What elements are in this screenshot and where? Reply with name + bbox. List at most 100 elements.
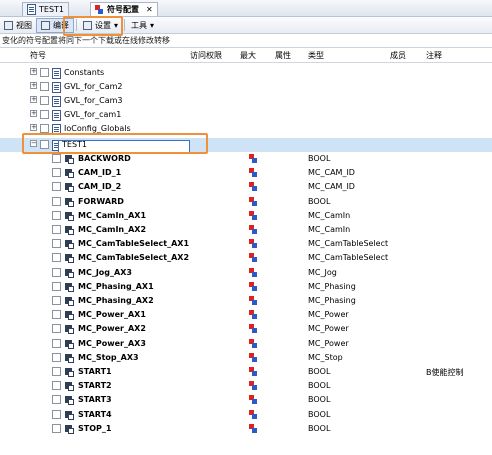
variable-row[interactable]: MC_CamTableSelect_AX2 MC_CamTableSelect [0, 251, 492, 265]
col-comment[interactable]: 注释 [426, 50, 442, 61]
checkbox[interactable] [52, 168, 61, 178]
checkbox[interactable] [52, 338, 61, 348]
tab-symbol-config[interactable]: 符号配置 ✕ [90, 2, 158, 16]
access-rights-icon[interactable] [249, 409, 258, 419]
checkbox[interactable] [40, 96, 49, 105]
access-rights-icon[interactable] [249, 423, 258, 433]
access-rights-icon[interactable] [249, 239, 258, 249]
access-rights-icon[interactable] [249, 296, 258, 305]
variable-icon [65, 310, 75, 321]
checkbox[interactable] [40, 68, 49, 77]
variable-row[interactable]: MC_Phasing_AX2 MC_Phasing [0, 294, 492, 308]
checkbox[interactable] [40, 110, 49, 119]
close-icon[interactable]: ✕ [146, 5, 153, 14]
variable-row[interactable]: MC_Power_AX3 MC_Power [0, 337, 492, 351]
variable-row[interactable]: BACKWORD BOOL [0, 152, 492, 166]
variable-icon [65, 225, 75, 235]
checkbox[interactable] [52, 409, 61, 419]
checkbox[interactable] [52, 196, 61, 206]
variable-row[interactable]: MC_CamTableSelect_AX1 MC_CamTableSelect [0, 237, 492, 251]
variable-row[interactable]: MC_Jog_AX3 MC_Jog [0, 266, 492, 280]
access-rights-icon[interactable] [249, 267, 258, 277]
access-rights-icon[interactable] [249, 352, 258, 362]
folder-name: Constants [64, 68, 105, 77]
variable-type: MC_Power [308, 310, 349, 320]
expand-icon[interactable]: + [30, 68, 37, 75]
variable-row[interactable]: CAM_ID_2 MC_CAM_ID [0, 180, 492, 194]
view-button[interactable]: 视图 [0, 19, 36, 32]
variable-row[interactable]: STOP_1 BOOL [0, 422, 492, 436]
variable-row[interactable]: MC_Power_AX2 MC_Power [0, 322, 492, 336]
checkbox[interactable] [52, 296, 61, 305]
toolbar-separator [124, 19, 126, 31]
expand-icon[interactable]: + [30, 82, 37, 89]
checkbox[interactable] [52, 267, 61, 277]
expand-icon[interactable]: + [30, 124, 37, 131]
tab-test1[interactable]: TEST1 [22, 2, 69, 16]
checkbox[interactable] [52, 310, 61, 320]
access-rights-icon[interactable] [249, 225, 258, 234]
checkbox[interactable] [52, 395, 61, 405]
col-type[interactable]: 类型 [308, 50, 324, 61]
access-rights-icon[interactable] [249, 395, 258, 405]
variable-type: MC_Power [308, 324, 349, 334]
access-rights-icon[interactable] [249, 324, 258, 334]
variable-row[interactable]: START4 BOOL [0, 408, 492, 422]
checkbox[interactable] [52, 253, 61, 263]
tree-row-folder[interactable]: + GVL_for_Cam2 [0, 80, 492, 94]
access-rights-icon[interactable] [249, 381, 258, 391]
variable-row[interactable]: MC_CamIn_AX2 MC_CamIn [0, 223, 492, 237]
variable-row[interactable]: START2 BOOL [0, 379, 492, 393]
variable-row[interactable]: MC_Power_AX1 MC_Power [0, 308, 492, 322]
checkbox[interactable] [52, 423, 61, 433]
access-rights-icon[interactable] [249, 196, 258, 206]
expand-icon[interactable]: + [30, 110, 37, 117]
tools-button[interactable]: 工具 ▾ [127, 19, 158, 32]
checkbox[interactable] [52, 281, 61, 291]
col-max[interactable]: 最大 [240, 50, 256, 61]
checkbox[interactable] [52, 182, 61, 192]
access-rights-icon[interactable] [249, 338, 258, 348]
tree-row-folder[interactable]: + Constants [0, 66, 492, 80]
variable-name: START3 [78, 395, 112, 405]
variable-type: MC_CamTableSelect [308, 253, 389, 263]
symbol-config-icon [95, 5, 104, 14]
variable-row[interactable]: MC_Stop_AX3 MC_Stop [0, 351, 492, 365]
variable-icon [65, 424, 75, 434]
col-attribute[interactable]: 属性 [275, 50, 291, 61]
access-rights-icon[interactable] [249, 210, 258, 220]
checkbox[interactable] [52, 381, 61, 391]
variable-row[interactable]: MC_CamIn_AX1 MC_CamIn [0, 209, 492, 223]
checkbox[interactable] [52, 239, 61, 249]
expand-icon[interactable]: + [30, 96, 37, 103]
variable-row[interactable]: START3 BOOL [0, 393, 492, 407]
access-rights-icon[interactable] [249, 253, 258, 263]
col-access[interactable]: 访问权限 [190, 50, 222, 61]
variable-icon [65, 197, 75, 207]
variable-row[interactable]: CAM_ID_1 MC_CAM_ID [0, 166, 492, 180]
variable-row[interactable]: FORWARD BOOL [0, 195, 492, 209]
tree-row-folder[interactable]: + GVL_for_Cam3 [0, 94, 492, 108]
access-rights-icon[interactable] [249, 182, 258, 192]
access-rights-icon[interactable] [249, 154, 258, 163]
access-rights-icon[interactable] [249, 281, 258, 291]
checkbox[interactable] [52, 225, 61, 234]
checkbox[interactable] [52, 210, 61, 220]
checkbox[interactable] [52, 352, 61, 362]
col-member[interactable]: 成员 [390, 50, 406, 61]
variable-name: MC_Phasing_AX2 [78, 296, 154, 305]
access-rights-icon[interactable] [249, 367, 258, 376]
access-rights-icon[interactable] [249, 310, 258, 320]
column-header: 符号 访问权限 最大 属性 类型 成员 注释 [0, 48, 492, 63]
access-rights-icon[interactable] [249, 168, 258, 178]
col-symbol[interactable]: 符号 [30, 50, 46, 61]
variable-row[interactable]: MC_Phasing_AX1 MC_Phasing [0, 280, 492, 294]
checkbox[interactable] [40, 124, 49, 133]
checkbox[interactable] [52, 324, 61, 334]
folder-name: GVL_for_cam1 [64, 110, 122, 119]
checkbox[interactable] [52, 367, 61, 376]
checkbox[interactable] [40, 82, 49, 91]
checkbox[interactable] [52, 154, 61, 163]
variable-row[interactable]: START1 BOOL B使能控制 [0, 365, 492, 379]
tree-row-folder[interactable]: + GVL_for_cam1 [0, 108, 492, 122]
